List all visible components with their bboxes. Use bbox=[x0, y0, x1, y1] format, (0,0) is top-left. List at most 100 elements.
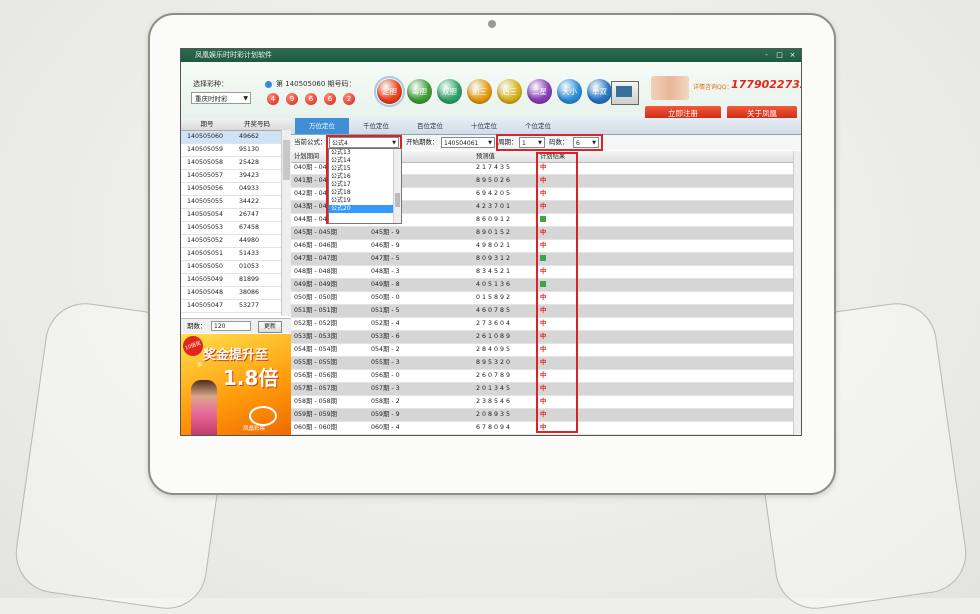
plan-button[interactable]: 二星 bbox=[527, 79, 552, 104]
plan-button[interactable]: 定胆 bbox=[374, 76, 405, 107]
dropdown-option[interactable]: 公式13 bbox=[329, 149, 401, 157]
col-prediction: 预测值 bbox=[476, 153, 495, 160]
plan-button[interactable]: 毒胆 bbox=[407, 79, 432, 104]
top-toolbar: 选择彩种： 重庆时时彩 ▼ 第 140505060 期号码： 4 9 6 6 2… bbox=[181, 62, 801, 121]
plan-button[interactable]: 大小 bbox=[557, 79, 582, 104]
open-cell: 047期 - 5 bbox=[371, 255, 400, 262]
number-cell: 67458 bbox=[239, 224, 260, 231]
dropdown-option[interactable]: 公式20 bbox=[329, 205, 401, 213]
period-cell: 055期 - 055期 bbox=[294, 359, 337, 366]
hotline-label: 详情咨询QQ： bbox=[693, 84, 733, 91]
plan-button[interactable]: 后三 bbox=[497, 79, 522, 104]
number-ball: 9 bbox=[286, 93, 298, 105]
period-cell: 048期 - 048期 bbox=[294, 268, 337, 275]
number-cell: 04933 bbox=[239, 185, 260, 192]
open-cell: 054期 - 2 bbox=[371, 346, 400, 353]
history-row[interactable]: 140505053 67458 bbox=[181, 222, 291, 235]
period-cell: 061期 - 061期 bbox=[294, 435, 337, 436]
prediction-cell: 809312 bbox=[476, 255, 513, 262]
issue-cell: 140505053 bbox=[187, 224, 224, 231]
number-ball: 6 bbox=[324, 93, 336, 105]
start-select[interactable]: 140504061 ▼ bbox=[441, 137, 495, 148]
position-tabs: 万位定位 千位定位 百位定位 十位定位 个位定位 bbox=[291, 118, 801, 135]
number-cell: 53277 bbox=[239, 302, 260, 309]
period-cell: 054期 - 054期 bbox=[294, 346, 337, 353]
count-value: 120 bbox=[214, 323, 226, 330]
history-row[interactable]: 140505054 26747 bbox=[181, 209, 291, 222]
tab-ge[interactable]: 个位定位 bbox=[511, 118, 565, 134]
plan-button[interactable]: 双胆 bbox=[437, 79, 462, 104]
history-row[interactable]: 140505049 81899 bbox=[181, 274, 291, 287]
dropdown-option[interactable]: 公式14 bbox=[329, 157, 401, 165]
plan-panel: 万位定位 千位定位 百位定位 十位定位 个位定位 当前公式： 公式4 ▼ 开始期数… bbox=[291, 118, 801, 435]
plan-row[interactable]: 061期 - 061期 061期 - 进行中... 675849 等开 bbox=[291, 435, 793, 436]
contact-banner: 详情咨询QQ： 1779022732 bbox=[651, 76, 801, 100]
grid-scrollbar[interactable] bbox=[793, 151, 801, 435]
formula-dropdown-list[interactable]: 公式13 公式14 公式15 公式16 公式17 公式18 公式19 公式20 bbox=[328, 148, 402, 224]
history-row[interactable]: 140505060 49662 bbox=[181, 131, 291, 144]
history-row[interactable]: 140505048 38086 bbox=[181, 287, 291, 300]
scroll-thumb[interactable] bbox=[395, 193, 400, 207]
tab-qian[interactable]: 千位定位 bbox=[349, 118, 403, 134]
issue-cell: 140505059 bbox=[187, 146, 224, 153]
open-cell: 049期 - 8 bbox=[371, 281, 400, 288]
issue-cell: 140505047 bbox=[187, 302, 224, 309]
highlight-period-code-box bbox=[496, 134, 603, 151]
history-row[interactable]: 140505057 39423 bbox=[181, 170, 291, 183]
prediction-cell: 890152 bbox=[476, 229, 513, 236]
scroll-thumb[interactable] bbox=[283, 140, 290, 180]
highlight-result-column bbox=[536, 152, 578, 433]
history-row[interactable]: 140505051 51433 bbox=[181, 248, 291, 261]
dropdown-option[interactable]: 公式17 bbox=[329, 181, 401, 189]
prediction-cell: 860912 bbox=[476, 216, 513, 223]
history-scrollbar[interactable] bbox=[281, 130, 291, 316]
prediction-cell: 694205 bbox=[476, 190, 513, 197]
close-button[interactable]: × bbox=[788, 51, 797, 59]
plan-button[interactable]: 单双 bbox=[587, 79, 612, 104]
phoenix-logo-icon bbox=[249, 406, 277, 426]
dropdown-scrollbar[interactable] bbox=[393, 149, 401, 223]
prediction-cell: 895026 bbox=[476, 177, 513, 184]
col-number: 开奖号码 bbox=[244, 120, 270, 128]
plan-button[interactable]: 前三 bbox=[467, 79, 492, 104]
history-row[interactable]: 140505047 53277 bbox=[181, 300, 291, 313]
maximize-button[interactable]: □ bbox=[775, 51, 784, 59]
history-row[interactable]: 140505056 04933 bbox=[181, 183, 291, 196]
history-row[interactable]: 140505052 44980 bbox=[181, 235, 291, 248]
dropdown-option[interactable]: 公式16 bbox=[329, 173, 401, 181]
issue-cell: 140505052 bbox=[187, 237, 224, 244]
history-row[interactable]: 140505050 01053 bbox=[181, 261, 291, 274]
tab-wan[interactable]: 万位定位 bbox=[295, 118, 349, 134]
issue-cell: 140505056 bbox=[187, 185, 224, 192]
update-button[interactable]: 更新 bbox=[258, 321, 282, 333]
prediction-cell: 217435 bbox=[476, 164, 513, 171]
dropdown-option[interactable]: 公式18 bbox=[329, 189, 401, 197]
open-cell: 050期 - 0 bbox=[371, 294, 400, 301]
count-input[interactable]: 120 bbox=[211, 321, 251, 331]
history-row[interactable]: 140505058 25428 bbox=[181, 157, 291, 170]
open-cell: 058期 - 2 bbox=[371, 398, 400, 405]
minimize-button[interactable]: - bbox=[762, 51, 771, 59]
start-label: 开始期数： bbox=[406, 138, 439, 146]
open-cell: 048期 - 3 bbox=[371, 268, 400, 275]
promo-banner[interactable]: 10倍奖金 奖金提升至 1.8倍 凤凰彩票 bbox=[181, 334, 291, 435]
period-cell: 049期 - 049期 bbox=[294, 281, 337, 288]
chart-monitor-icon[interactable] bbox=[611, 81, 639, 105]
number-cell: 34422 bbox=[239, 198, 260, 205]
dropdown-option[interactable]: 公式19 bbox=[329, 197, 401, 205]
issue-cell: 140505054 bbox=[187, 211, 224, 218]
result-cell: 等开 bbox=[540, 435, 553, 436]
prediction-cell: 834521 bbox=[476, 268, 513, 275]
history-list: 140505060 49662 140505059 95130 140505058 254… bbox=[181, 131, 291, 313]
period-cell: 056期 - 056期 bbox=[294, 372, 337, 379]
number-cell: 81899 bbox=[239, 276, 260, 283]
tab-shi[interactable]: 十位定位 bbox=[457, 118, 511, 134]
promo-multiplier: 1.8倍 bbox=[223, 366, 279, 390]
dropdown-option[interactable]: 公式15 bbox=[329, 165, 401, 173]
number-cell: 01053 bbox=[239, 263, 260, 270]
tab-bai[interactable]: 百位定位 bbox=[403, 118, 457, 134]
number-cell: 38086 bbox=[239, 289, 260, 296]
history-row[interactable]: 140505055 34422 bbox=[181, 196, 291, 209]
history-row[interactable]: 140505059 95130 bbox=[181, 144, 291, 157]
lottery-select[interactable]: 重庆时时彩 ▼ bbox=[191, 92, 251, 104]
